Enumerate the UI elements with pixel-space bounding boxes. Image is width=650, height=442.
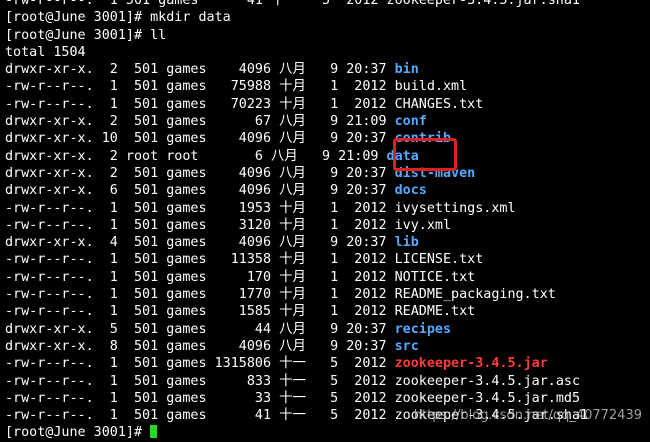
file-attributes: -rw-r--r--. 1 501 games 70223 十月 1 2012 (5, 96, 395, 112)
listing-row: -rw-r--r--. 1 501 games 833 十一 5 2012 zo… (5, 373, 650, 390)
listing-row: drwxr-xr-x. 2 501 games 4096 八月 9 20:37 … (5, 61, 650, 78)
total-line: total 1504 (5, 44, 86, 60)
listing-row: -rw-r--r--. 1 501 games 170 十月 1 2012 NO… (5, 269, 650, 286)
listing-row: drwxr-xr-x. 2 501 games 67 八月 9 21:09 co… (5, 113, 650, 130)
directory-name: bin (394, 62, 419, 78)
file-attributes: -rw-r--r--. 1 501 games 41 十一 5 2012 (5, 408, 395, 424)
file-attributes: drwxr-xr-x. 2 root root 6 八月 9 21:09 (5, 148, 387, 164)
data-highlight-box (393, 138, 457, 171)
listing-row: drwxr-xr-x. 6 501 games 4096 八月 9 20:37 … (5, 182, 650, 199)
listing-row: -rw-r--r--. 1 501 games 1585 十月 1 2012 R… (5, 303, 650, 320)
listing-row: -rw-r--r--. 1 501 games 70223 十月 1 2012 … (5, 96, 650, 113)
listing-row: -rw-r--r--. 1 501 games 1770 十月 1 2012 R… (5, 286, 650, 303)
command-mkdir: [root@June 3001]# mkdir data (5, 10, 231, 26)
command-ll: [root@June 3001]# ll (5, 27, 167, 43)
listing-row: drwxr-xr-x. 4 501 games 4096 八月 9 20:37 … (5, 234, 650, 251)
listing-row: drwxr-xr-x. 10 501 games 4096 八月 9 20:37… (5, 130, 650, 147)
listing-row: -rw-r--r--. 1 501 games 1315806 十一 5 201… (5, 355, 650, 372)
file-attributes: -rw-r--r--. 1 501 games 33 十一 5 2012 (5, 390, 395, 406)
file-name: README.txt (394, 304, 476, 320)
file-attributes: -rw-r--r--. 1 501 games 11358 十月 1 2012 (5, 252, 395, 268)
file-name: CHANGES.txt (394, 96, 484, 112)
file-name: build.xml (394, 79, 468, 95)
directory-name: src (394, 338, 419, 354)
listing-row: -rw-r--r--. 1 501 games 3120 十月 1 2012 i… (5, 217, 650, 234)
prompt-text: [root@June 3001]# (5, 425, 151, 441)
listing-row: -rw-r--r--. 1 501 games 75988 十月 1 2012 … (5, 78, 650, 95)
file-attributes: -rw-r--r--. 1 501 games 3120 十月 1 2012 (5, 217, 395, 233)
file-attributes: drwxr-xr-x. 2 501 games 67 八月 9 21:09 (5, 114, 395, 130)
file-name: LICENSE.txt (394, 252, 484, 268)
directory-name: recipes (394, 321, 452, 337)
file-attributes: -rw-r--r--. 1 501 games 833 十一 5 2012 (5, 373, 395, 389)
watermark-text: https://blog.csdn.net/qq_40772439 (413, 408, 642, 423)
file-attributes: drwxr-xr-x. 10 501 games 4096 八月 9 20:37 (5, 131, 395, 147)
directory-name: lib (394, 235, 419, 251)
directory-name: docs (394, 183, 427, 199)
file-attributes: drwxr-xr-x. 6 501 games 4096 八月 9 20:37 (5, 183, 395, 199)
listing-row: drwxr-xr-x. 5 501 games 44 八月 9 20:37 re… (5, 321, 650, 338)
file-attributes: -rw-r--r--. 1 501 games 1770 十月 1 2012 (5, 287, 395, 303)
file-name: ivysettings.xml (394, 200, 516, 216)
file-name: zookeeper-3.4.5.jar.md5 (394, 390, 581, 406)
listing-row: drwxr-xr-x. 2 root root 6 八月 9 21:09 dat… (5, 148, 650, 165)
file-attributes: drwxr-xr-x. 8 501 games 4096 八月 9 20:37 (5, 338, 395, 354)
file-name: zookeeper-3.4.5.jar.asc (394, 373, 581, 389)
file-name: README_packaging.txt (394, 287, 556, 303)
scrolled-output-line: -rw-r--r--. 1 501 games 41 十一 5 2012 zoo… (5, 0, 580, 8)
file-name: ivy.xml (394, 217, 452, 233)
file-attributes: -rw-r--r--. 1 501 games 1953 十月 1 2012 (5, 200, 395, 216)
file-attributes: drwxr-xr-x. 5 501 games 44 八月 9 20:37 (5, 321, 395, 337)
directory-name: conf (394, 114, 427, 130)
file-attributes: -rw-r--r--. 1 501 games 170 十月 1 2012 (5, 269, 395, 285)
file-attributes: -rw-r--r--. 1 501 games 1585 十月 1 2012 (5, 304, 395, 320)
listing-row: -rw-r--r--. 1 501 games 11358 十月 1 2012 … (5, 251, 650, 268)
listing-row: drwxr-xr-x. 2 501 games 4096 八月 9 20:37 … (5, 165, 650, 182)
file-attributes: -rw-r--r--. 1 501 games 75988 十月 1 2012 (5, 79, 395, 95)
listing-row: drwxr-xr-x. 8 501 games 4096 八月 9 20:37 … (5, 338, 650, 355)
file-attributes: drwxr-xr-x. 4 501 games 4096 八月 9 20:37 (5, 235, 395, 251)
file-attributes: drwxr-xr-x. 2 501 games 4096 八月 9 20:37 (5, 165, 395, 181)
directory-listing: drwxr-xr-x. 2 501 games 4096 八月 9 20:37 … (5, 61, 650, 424)
file-attributes: drwxr-xr-x. 2 501 games 4096 八月 9 20:37 (5, 62, 395, 78)
listing-row: -rw-r--r--. 1 501 games 1953 十月 1 2012 i… (5, 200, 650, 217)
file-attributes: -rw-r--r--. 1 501 games 1315806 十一 5 201… (5, 356, 395, 372)
file-name: zookeeper-3.4.5.jar (394, 356, 548, 372)
file-name: NOTICE.txt (394, 269, 476, 285)
listing-row: -rw-r--r--. 1 501 games 33 十一 5 2012 zoo… (5, 390, 650, 407)
prompt-line[interactable]: [root@June 3001]# (5, 424, 650, 441)
terminal-window[interactable]: -rw-r--r--. 1 501 games 41 十一 5 2012 zoo… (0, 0, 650, 440)
